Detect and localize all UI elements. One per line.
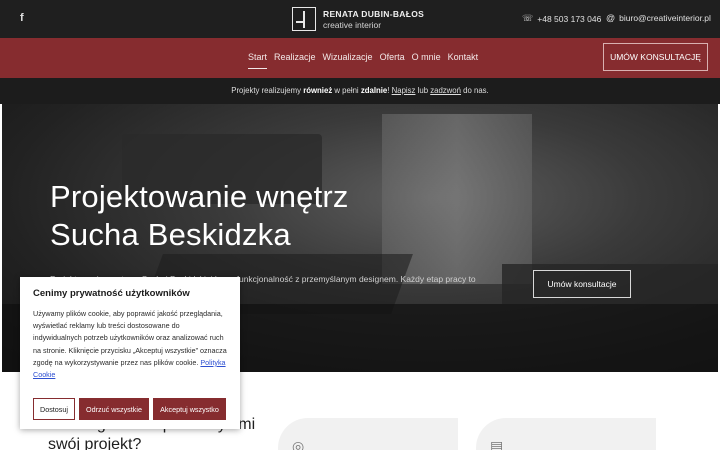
cookie-text: Używamy plików cookie, aby poprawić jako…	[33, 309, 227, 380]
target-icon: ◎	[292, 438, 305, 450]
cookie-dialog: Cenimy prywatność użytkowników Używamy p…	[20, 277, 240, 429]
facebook-icon[interactable]: f	[20, 12, 24, 24]
phone-icon: ☏	[522, 13, 534, 23]
hero-consultation-button[interactable]: Umów konsultacje	[533, 270, 631, 298]
info-strip: Projekty realizujemy również w pełni zda…	[0, 78, 720, 104]
page: f RENATA DUBIN-BAŁOS creative interior ☏…	[0, 0, 720, 450]
at-icon: @	[606, 13, 616, 23]
cookie-title: Cenimy prywatność użytkowników	[33, 288, 190, 299]
logo-tagline: creative interior	[323, 19, 382, 30]
call-link[interactable]: zadzwoń	[430, 86, 461, 95]
main-nav: Start Realizacje Wizualizacje Oferta O m…	[0, 38, 720, 78]
logo-name: RENATA DUBIN-BAŁOS	[323, 8, 425, 19]
nav-item-o-mnie[interactable]: O mnie	[412, 52, 441, 62]
phone-link[interactable]: ☏ +48 503 173 046	[522, 13, 601, 24]
cookie-customize-button[interactable]: Dostosuj	[33, 398, 75, 420]
cookie-reject-button[interactable]: Odrzuć wszystkie	[79, 398, 149, 420]
feature-card: ▤	[476, 418, 656, 450]
phone-number: +48 503 173 046	[537, 13, 602, 24]
nav-item-kontakt[interactable]: Kontakt	[448, 52, 479, 62]
nav-item-realizacje[interactable]: Realizacje	[274, 52, 316, 62]
top-bar: f RENATA DUBIN-BAŁOS creative interior ☏…	[0, 0, 720, 38]
email-address: biuro@creativeinterior.pl	[619, 13, 711, 23]
nav-item-oferta[interactable]: Oferta	[380, 52, 405, 62]
logo[interactable]: RENATA DUBIN-BAŁOS creative interior	[292, 7, 424, 31]
nav-item-wizualizacje[interactable]: Wizualizacje	[323, 52, 373, 62]
write-link[interactable]: Napisz	[392, 86, 416, 95]
nav-consultation-button[interactable]: UMÓW KONSULTACJĘ	[603, 43, 708, 71]
logo-mark-icon	[292, 7, 316, 31]
email-link[interactable]: @ biuro@creativeinterior.pl	[606, 13, 711, 23]
cookie-accept-button[interactable]: Akceptuj wszystko	[153, 398, 226, 420]
nav-items: Start Realizacje Wizualizacje Oferta O m…	[248, 52, 485, 69]
cookie-buttons: Dostosuj Odrzuć wszystkie Akceptuj wszys…	[33, 398, 230, 420]
feature-card: ◎	[278, 418, 458, 450]
nav-item-start[interactable]: Start	[248, 52, 268, 69]
hero-title: Projektowanie wnętrz Sucha Beskidzka	[50, 179, 349, 252]
documents-icon: ▤	[490, 438, 504, 450]
